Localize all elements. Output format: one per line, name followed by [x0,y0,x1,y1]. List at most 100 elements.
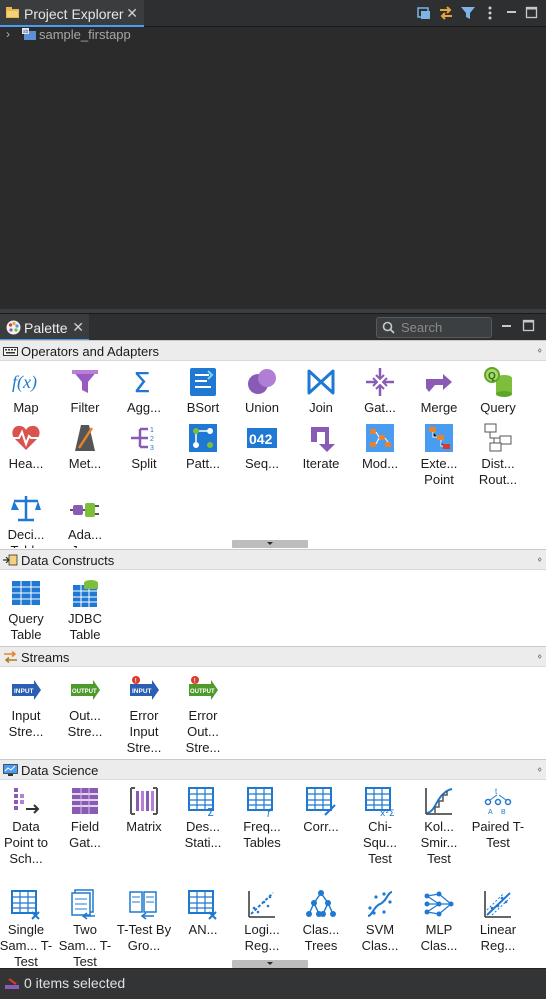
palette-item-iterate[interactable]: Iterate [293,422,349,472]
palette-item-distributed-router[interactable]: Dist... Rout... [470,422,526,488]
palette-item-bsort[interactable]: BSort [175,366,231,416]
svg-text:042: 042 [249,431,273,447]
drawer-header[interactable]: Operators and Adapters ‹› [0,340,546,361]
collapse-arrows-icon[interactable]: ‹› [537,554,541,565]
item-label: Met... [68,456,102,471]
palette-item-kolmogorov-smirnov-test[interactable]: Kol... Smir... Test [411,785,467,867]
item-label: Two Sam... T-Test [58,922,112,968]
palette-item-aggregate[interactable]: Σ Agg... [116,366,172,416]
palette-item-two-sample-t-test[interactable]: Two Sam... T-Test [57,888,113,968]
sequence-icon: 042 [247,428,277,448]
union-icon [248,369,276,394]
query-db-icon: Q [484,367,512,397]
palette-item-data-point-to-schema[interactable]: Data Point to Sch... [0,785,54,867]
palette-item-adapter-java[interactable]: Ada... Java [57,493,113,548]
drawer-title: Data Science [21,763,99,778]
palette-item-extension-point[interactable]: Exte... Point [411,422,467,488]
filter-icon[interactable] [460,4,476,22]
palette-item-error-input-stream[interactable]: INPUT! Error Input Stre... [116,674,172,756]
minimize-icon[interactable] [500,319,513,332]
palette-item-matrix[interactable]: Matrix [116,785,172,835]
collapse-arrows-icon[interactable]: ‹› [537,651,541,662]
palette-item-anova[interactable]: AN... [175,888,231,938]
palette-item-filter[interactable]: Filter [57,366,113,416]
minimize-icon[interactable] [504,4,520,22]
palette-item-map[interactable]: f(x) Map [0,366,54,416]
palette-item-mlp-classification[interactable]: MLP Clas... [411,888,467,954]
palette-item-input-stream[interactable]: INPUT Input Stre... [0,674,54,740]
palette-item-heartbeat[interactable]: Hea... [0,422,54,472]
link-with-editor-icon[interactable] [438,4,454,22]
scroll-more-indicator[interactable] [232,960,308,968]
chevron-right-icon[interactable]: › [6,27,10,41]
item-label: Chi- Squ... Test [363,819,397,866]
scroll-more-indicator[interactable] [232,540,308,548]
gather-icon [366,368,394,396]
close-icon[interactable]: ✕ [126,5,138,22]
paired-ttest-icon: t A B [484,787,512,816]
palette-item-merge[interactable]: Merge [411,366,467,416]
close-icon[interactable]: ✕ [72,319,84,336]
item-label: Mod... [361,456,399,471]
item-label: MLP Clas... [420,922,458,953]
palette-item-correlation[interactable]: Corr... [293,785,349,835]
drawer-header[interactable]: Data Science ‹› [0,759,546,780]
extension-point-icon [425,424,453,452]
item-label: Data Point to Sch... [3,819,49,866]
tree-item-sample-firstapp[interactable]: › sb sample_firstapp [0,27,546,43]
palette-item-gather[interactable]: Gat... [352,366,408,416]
palette-item-descriptive-statistics[interactable]: Σ Des... Stati... [175,785,231,851]
palette-search[interactable] [376,317,492,338]
palette-item-metronome[interactable]: Met... [57,422,113,472]
maximize-icon[interactable] [522,319,535,332]
tab-project-explorer[interactable]: Project Explorer ✕ [0,0,144,27]
collapse-arrows-icon[interactable]: ‹› [537,764,541,775]
module-icon [366,424,394,452]
palette-item-chi-square-test[interactable]: x²Σ Chi- Squ... Test [352,785,408,867]
collapse-arrows-icon[interactable]: ‹› [537,345,541,356]
palette-item-single-sample-t-test[interactable]: Single Sam... T-Test [0,888,54,968]
palette-item-field-gatherer[interactable]: Field Gat... [57,785,113,851]
collapse-all-icon[interactable] [416,4,432,22]
drawer-header[interactable]: Streams ‹› [0,646,546,667]
palette-item-svm-classification[interactable]: SVM Clas... [352,888,408,954]
view-menu-icon[interactable] [482,4,498,22]
palette-item-pattern[interactable]: Patt... [175,422,231,472]
palette-item-output-stream[interactable]: OUTPUT Out... Stre... [57,674,113,740]
palette-item-linear-regression[interactable]: Linear Reg... [470,888,526,954]
status-bar: 0 items selected [0,968,546,999]
palette-item-split[interactable]: 1 2 3 Split [116,422,172,472]
decision-scales-icon [11,496,41,522]
palette-item-sequence[interactable]: 042 Seq... [234,422,290,472]
two-sample-ttest-icon [71,889,95,920]
palette-item-paired-t-test[interactable]: t A B Paired T-Test [470,785,526,851]
palette-item-query-table[interactable]: Query Table [0,577,54,643]
item-label: Patt... [186,456,220,471]
palette-item-t-test-by-group[interactable]: T-Test By Gro... [116,888,172,954]
data-constructs-icon [3,554,18,566]
palette-item-join[interactable]: Join [293,366,349,416]
tab-palette[interactable]: Palette ✕ [0,314,89,341]
svg-text:OUTPUT: OUTPUT [72,689,97,695]
drawer-header[interactable]: Data Constructs ‹› [0,549,546,570]
palette-tabbar: Palette ✕ [0,313,546,341]
search-input[interactable] [401,319,489,336]
project-explorer-title: Project Explorer [24,6,124,22]
item-label: Gat... [364,400,396,415]
palette-item-query[interactable]: Q Query [470,366,526,416]
maximize-icon[interactable] [524,4,540,22]
palette-item-logistic-regression[interactable]: Logi... Reg... [234,888,290,954]
kolmogorov-icon [425,788,453,815]
item-label: Union [245,400,279,415]
view-toolbar [416,4,540,22]
palette-item-decision-table[interactable]: Deci... Table [0,493,54,548]
palette-item-union[interactable]: Union [234,366,290,416]
palette-item-module[interactable]: Mod... [352,422,408,472]
project-folder-icon: sb [22,28,36,40]
palette-item-jdbc-table[interactable]: JDBC Table [57,577,113,643]
svg-text:1: 1 [150,427,154,434]
item-label: JDBC Table [68,611,102,642]
palette-item-error-output-stream[interactable]: OUTPUT! Error Out... Stre... [175,674,231,756]
palette-item-frequency-tables[interactable]: f Freq... Tables [234,785,290,851]
palette-item-classification-trees[interactable]: Clas... Trees [293,888,349,954]
